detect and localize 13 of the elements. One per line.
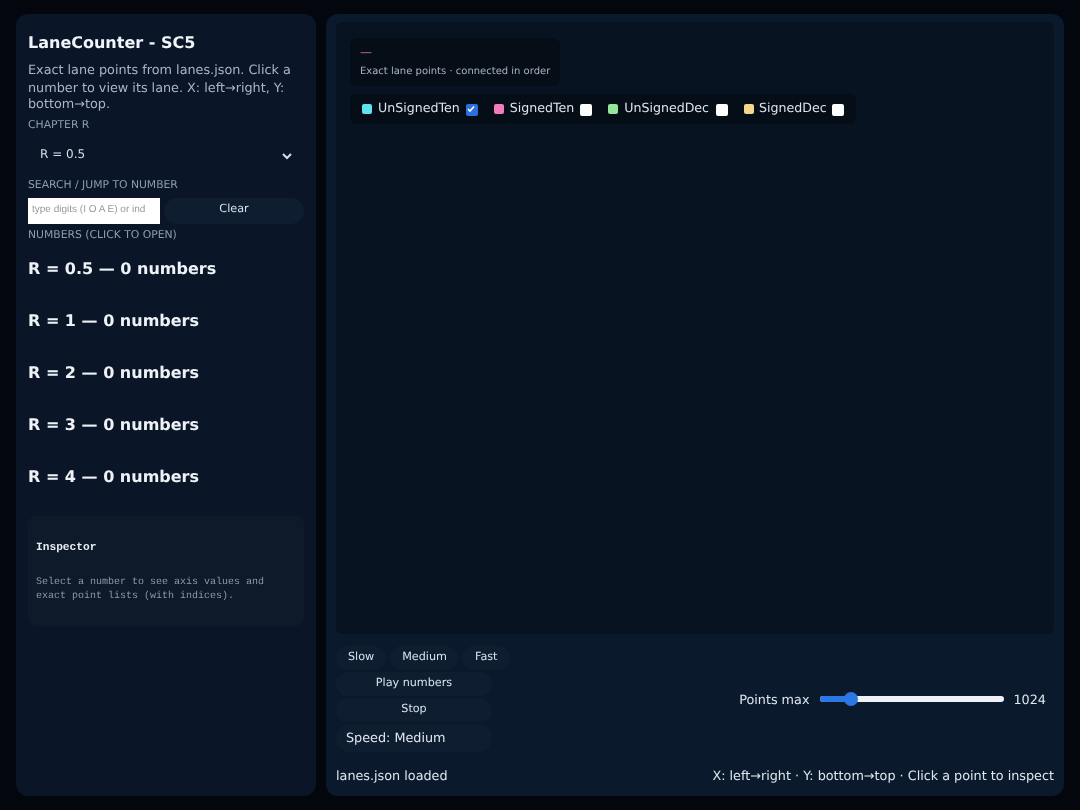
slider-thumb[interactable] — [843, 692, 858, 706]
checkbox[interactable] — [465, 103, 478, 115]
chevron-icon — [282, 151, 292, 160]
group-heading[interactable]: R = 4 — 0 numbers — [28, 467, 304, 486]
checkbox[interactable] — [832, 103, 845, 115]
app-title: LaneCounter - SC5 — [28, 34, 198, 52]
group-heading[interactable]: R = 0.5 — 0 numbers — [28, 259, 304, 278]
checkbox[interactable] — [580, 103, 593, 115]
group-heading[interactable]: R = 1 — 0 numbers — [28, 311, 304, 330]
points-slider[interactable] — [819, 696, 1004, 702]
checkbox[interactable] — [715, 103, 727, 115]
group-heading[interactable]: R = 3 — 0 numbers — [28, 415, 304, 434]
group-heading[interactable]: R = 2 — 0 numbers — [28, 363, 304, 382]
